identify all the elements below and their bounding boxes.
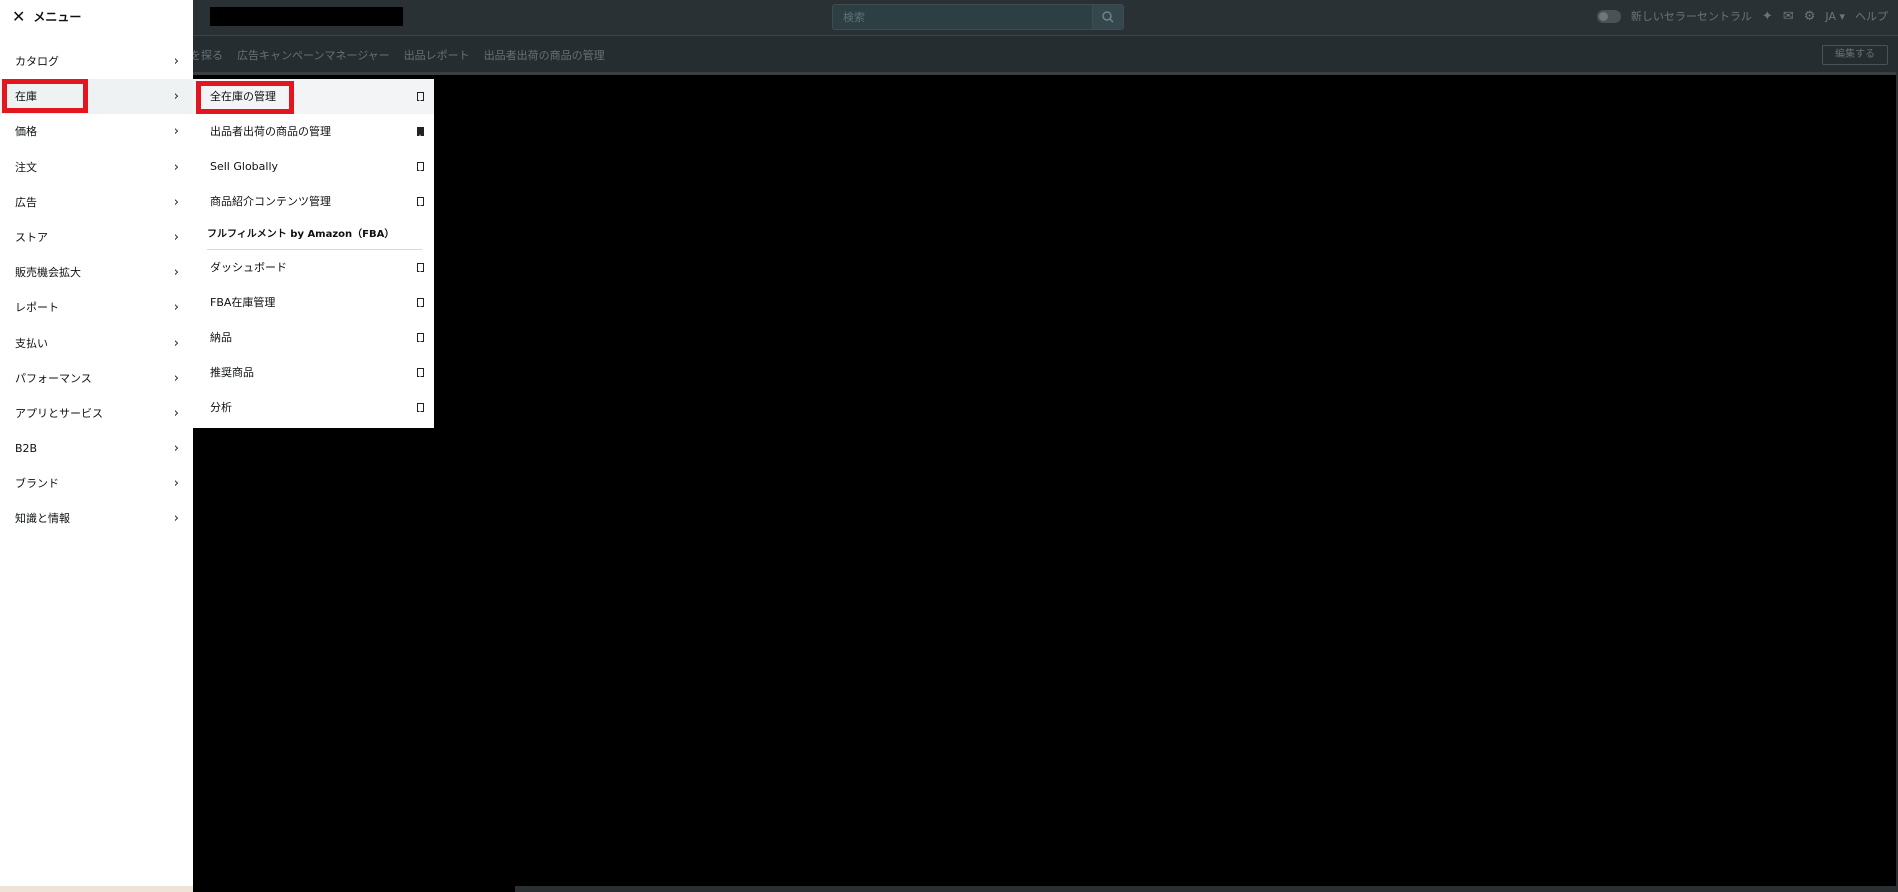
menu-header: ✕ メニュー bbox=[12, 8, 81, 25]
menu-item-label: 販売機会拡大 bbox=[15, 266, 81, 280]
menu-item-payments[interactable]: 支払い › bbox=[0, 326, 193, 361]
top-right-controls: 新しいセラーセントラル ✦ ✉ ⚙ JA ▾ ヘルプ bbox=[1596, 0, 1888, 32]
page-divider bbox=[190, 72, 1898, 75]
submenu-item-fba-dashboard[interactable]: ダッシュボード bbox=[193, 250, 434, 285]
chevron-right-icon: › bbox=[173, 159, 179, 175]
menu-item-catalog[interactable]: カタログ › bbox=[0, 44, 193, 79]
menu-title: メニュー bbox=[33, 10, 82, 24]
navigation-menu: ✕ メニュー カタログ › 在庫 › 価格 › 注文 › 広告 › ストア › 販売機会拡大… bbox=[0, 0, 193, 886]
submenu-item-manage-seller-fulfilled[interactable]: 出品者出荷の商品の管理 bbox=[193, 114, 434, 149]
bookmark-icon[interactable] bbox=[417, 263, 424, 273]
bookmark-icon[interactable] bbox=[417, 403, 424, 413]
redacted-logo bbox=[210, 7, 403, 26]
bookmark-filled-icon[interactable] bbox=[417, 127, 424, 137]
menu-item-b2b[interactable]: B2B › bbox=[0, 431, 193, 466]
menu-item-performance[interactable]: パフォーマンス › bbox=[0, 361, 193, 396]
chevron-right-icon: › bbox=[173, 124, 179, 140]
chevron-right-icon: › bbox=[173, 370, 179, 386]
top-navigation-bar: 新しいセラーセントラル ✦ ✉ ⚙ JA ▾ ヘルプ bbox=[0, 0, 1898, 36]
menu-item-label: カタログ bbox=[15, 55, 59, 68]
chevron-right-icon: › bbox=[173, 511, 179, 527]
search-icon bbox=[1102, 11, 1114, 23]
submenu-item-label: 商品紹介コンテンツ管理 bbox=[210, 195, 331, 208]
menu-item-label: レポート bbox=[15, 301, 59, 315]
bookmark-link[interactable]: 広告キャンペーンマネージャー bbox=[237, 47, 390, 63]
bookmark-link[interactable]: 出品者出荷の商品の管理 bbox=[484, 47, 605, 63]
chevron-right-icon: › bbox=[173, 476, 179, 492]
menu-item-label: 知識と情報 bbox=[15, 512, 70, 526]
menu-item-orders[interactable]: 注文 › bbox=[0, 150, 193, 185]
submenu-item-label: 分析 bbox=[210, 401, 232, 414]
chevron-right-icon: › bbox=[173, 405, 179, 421]
bookmark-link[interactable]: を探る bbox=[190, 47, 223, 63]
search-button[interactable] bbox=[1092, 5, 1123, 29]
mail-icon[interactable]: ✉ bbox=[1783, 9, 1794, 24]
chevron-right-icon: › bbox=[173, 54, 179, 69]
chevron-right-icon: › bbox=[173, 194, 179, 210]
menu-item-label: パフォーマンス bbox=[15, 371, 92, 385]
submenu-item-analytics[interactable]: 分析 bbox=[193, 390, 434, 425]
menu-item-pricing[interactable]: 価格 › bbox=[0, 114, 193, 149]
submenu-item-label: 推奨商品 bbox=[210, 366, 254, 379]
menu-item-label: アプリとサービス bbox=[15, 406, 103, 420]
bookmark-bar: を探る 広告キャンペーンマネージャー 出品レポート 出品者出荷の商品の管理 編集… bbox=[0, 36, 1898, 72]
bookmark-icon[interactable] bbox=[417, 298, 424, 308]
gear-icon[interactable]: ⚙ bbox=[1804, 9, 1816, 24]
menu-item-label: B2B bbox=[15, 442, 38, 456]
bookmark-icon[interactable] bbox=[417, 92, 424, 102]
menu-item-label: ブランド bbox=[15, 477, 59, 491]
chevron-right-icon: › bbox=[173, 229, 179, 245]
submenu-section-title: フルフィルメント by Amazon（FBA） bbox=[207, 229, 395, 240]
chevron-right-icon: › bbox=[173, 300, 179, 316]
submenu-item-a-plus-content[interactable]: 商品紹介コンテンツ管理 bbox=[193, 184, 434, 219]
language-selector[interactable]: JA ▾ bbox=[1825, 10, 1845, 23]
menu-item-growth[interactable]: 販売機会拡大 › bbox=[0, 255, 193, 290]
menu-item-advertising[interactable]: 広告 › bbox=[0, 185, 193, 220]
submenu-item-shipments[interactable]: 納品 bbox=[193, 320, 434, 355]
menu-item-brands[interactable]: ブランド › bbox=[0, 466, 193, 501]
bookmark-icon[interactable] bbox=[417, 162, 424, 172]
menu-item-apps-services[interactable]: アプリとサービス › bbox=[0, 396, 193, 431]
page-footer-strip bbox=[515, 886, 1898, 892]
submenu-item-label: Sell Globally bbox=[210, 160, 279, 173]
chevron-right-icon: › bbox=[173, 441, 179, 457]
submenu-item-recommendations[interactable]: 推奨商品 bbox=[193, 355, 434, 390]
inventory-submenu: 全在庫の管理 出品者出荷の商品の管理 Sell Globally 商品紹介コンテ… bbox=[193, 79, 434, 428]
chevron-right-icon: › bbox=[173, 335, 179, 351]
chevron-right-icon: › bbox=[173, 265, 179, 281]
new-seller-central-toggle[interactable] bbox=[1596, 9, 1621, 23]
menu-footer-strip bbox=[0, 886, 193, 892]
chevron-right-icon: › bbox=[173, 89, 179, 105]
edit-button[interactable]: 編集する bbox=[1822, 45, 1888, 65]
annotation-highlight-inventory bbox=[2, 79, 88, 113]
bookmark-link[interactable]: 出品レポート bbox=[404, 47, 470, 63]
menu-item-reports[interactable]: レポート › bbox=[0, 290, 193, 325]
menu-list: カタログ › 在庫 › 価格 › 注文 › 広告 › ストア › 販売機会拡大 › レポート ›… bbox=[0, 44, 193, 537]
language-label: JA bbox=[1825, 9, 1836, 23]
submenu-item-sell-globally[interactable]: Sell Globally bbox=[193, 149, 434, 184]
submenu-item-label: 納品 bbox=[210, 331, 232, 344]
bookmark-links: を探る 広告キャンペーンマネージャー 出品レポート 出品者出荷の商品の管理 bbox=[190, 47, 605, 63]
bookmark-icon[interactable] bbox=[417, 368, 424, 378]
new-seller-central-label: 新しいセラーセントラル bbox=[1630, 10, 1752, 23]
menu-item-label: 支払い bbox=[15, 336, 48, 350]
menu-item-stores[interactable]: ストア › bbox=[0, 220, 193, 255]
submenu-item-fba-inventory[interactable]: FBA在庫管理 bbox=[193, 285, 434, 320]
bookmark-icon[interactable] bbox=[417, 197, 424, 207]
menu-item-label: 注文 bbox=[15, 160, 37, 174]
help-link[interactable]: ヘルプ bbox=[1855, 8, 1888, 24]
search-input[interactable] bbox=[841, 8, 1095, 26]
submenu-item-label: 出品者出荷の商品の管理 bbox=[210, 125, 331, 138]
submenu-item-label: FBA在庫管理 bbox=[210, 296, 276, 309]
submenu-item-label: ダッシュボード bbox=[210, 261, 287, 274]
menu-item-label: 価格 bbox=[15, 125, 37, 139]
menu-item-label: ストア bbox=[15, 230, 48, 244]
bookmark-icon[interactable] bbox=[417, 333, 424, 343]
search-box[interactable] bbox=[832, 4, 1124, 30]
sparkle-icon[interactable]: ✦ bbox=[1762, 9, 1773, 24]
annotation-highlight-manage-all-inventory bbox=[196, 81, 294, 114]
close-icon[interactable]: ✕ bbox=[12, 8, 25, 25]
menu-item-learn[interactable]: 知識と情報 › bbox=[0, 501, 193, 536]
menu-item-label: 広告 bbox=[15, 195, 37, 209]
